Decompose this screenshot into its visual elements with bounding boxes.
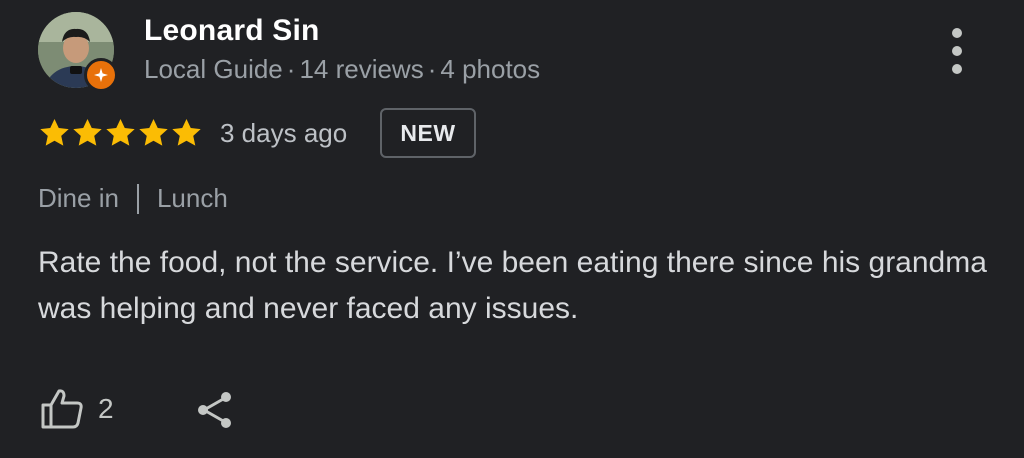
share-icon bbox=[198, 392, 231, 428]
star-icon bbox=[73, 118, 102, 146]
star-icon bbox=[106, 118, 135, 146]
star-rating bbox=[38, 116, 203, 150]
reviewer-badge-label: Local Guide bbox=[144, 54, 283, 84]
review-text: Rate the food, not the service. I’ve bee… bbox=[38, 246, 987, 325]
review-date: 3 days ago bbox=[220, 118, 348, 148]
tag-dine-in: Dine in bbox=[38, 183, 119, 213]
reviewer-photo-count: 4 photos bbox=[440, 54, 541, 84]
avatar[interactable] bbox=[38, 12, 118, 92]
star-icon bbox=[40, 118, 69, 146]
reviewer-name[interactable]: Leonard Sin bbox=[144, 14, 320, 48]
tag-divider bbox=[136, 183, 139, 214]
share-button[interactable] bbox=[194, 389, 236, 436]
star-icon bbox=[139, 118, 168, 146]
review-tags: Dine in Lunch bbox=[38, 183, 228, 214]
review-card: Leonard Sin Local Guide · 14 reviews · 4 pho… bbox=[0, 0, 1024, 458]
thumbs-up-icon bbox=[41, 389, 83, 429]
local-guide-badge-icon bbox=[84, 58, 118, 92]
like-count: 2 bbox=[98, 393, 114, 424]
meta-separator: · bbox=[286, 54, 296, 84]
new-badge: NEW bbox=[380, 108, 476, 158]
like-button[interactable]: 2 bbox=[40, 388, 114, 430]
tag-lunch: Lunch bbox=[156, 183, 228, 213]
meta-separator: · bbox=[427, 54, 437, 84]
reviewer-meta: Local Guide · 14 reviews · 4 photos bbox=[144, 54, 540, 85]
star-icon bbox=[172, 118, 201, 146]
more-vertical-icon[interactable] bbox=[944, 28, 970, 74]
reviewer-review-count: 14 reviews bbox=[299, 54, 424, 84]
